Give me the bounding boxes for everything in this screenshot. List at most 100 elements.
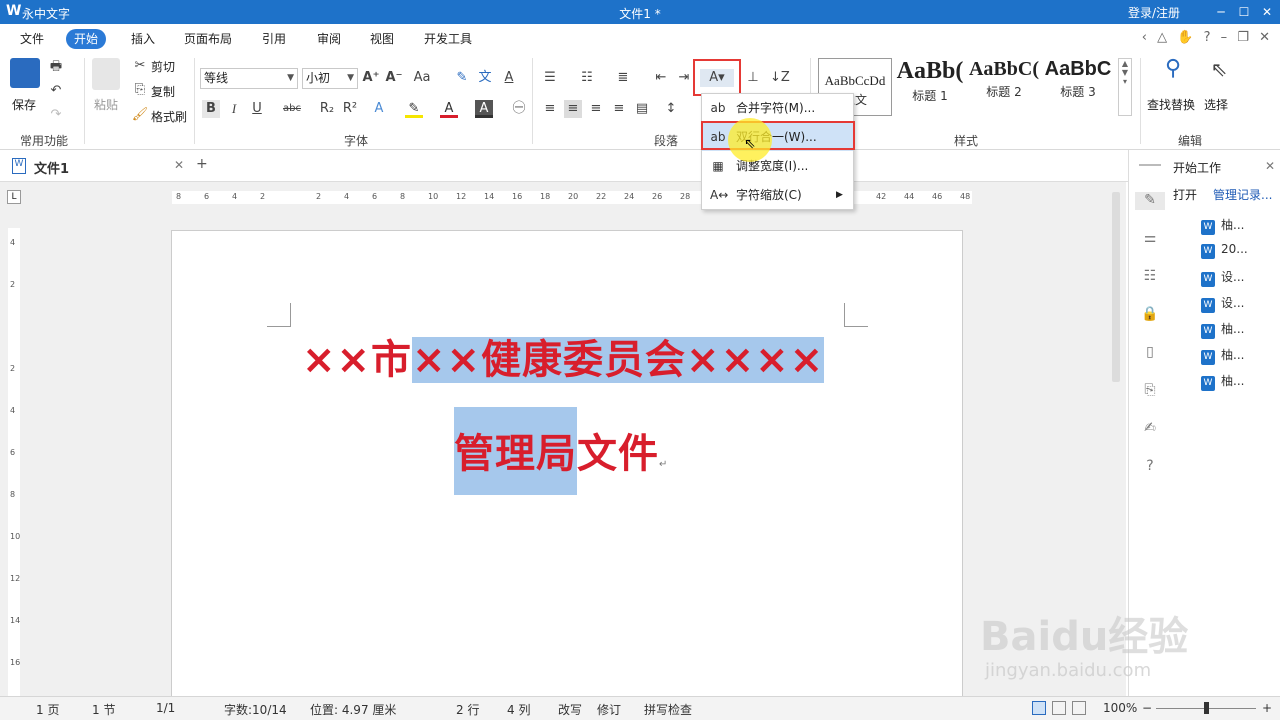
- tab-view[interactable]: 视图: [362, 29, 402, 49]
- clear-format-icon[interactable]: ✎: [453, 69, 471, 87]
- document-tab[interactable]: W 文件1 ✕: [8, 155, 188, 179]
- underline-icon[interactable]: U: [248, 100, 266, 118]
- outline-view-icon[interactable]: [1072, 701, 1086, 715]
- zoom-level[interactable]: 100%: [1103, 701, 1137, 715]
- tab-page-layout[interactable]: 页面布局: [176, 29, 240, 49]
- superscript-icon[interactable]: R²: [341, 100, 359, 118]
- close-tab-icon[interactable]: ✕: [174, 158, 184, 172]
- collapse-ribbon-icon[interactable]: △: [1157, 30, 1167, 45]
- style-heading-2[interactable]: AaBbC( 标题 2: [968, 58, 1040, 116]
- scrollbar-thumb[interactable]: [1112, 192, 1120, 382]
- tab-insert[interactable]: 插入: [123, 29, 163, 49]
- lock-icon[interactable]: 🔒: [1141, 306, 1159, 324]
- status-words[interactable]: 字数:10/14: [224, 701, 287, 718]
- recent-file[interactable]: W 柚...: [1201, 216, 1244, 235]
- recent-file[interactable]: W 设...: [1201, 294, 1244, 313]
- status-track-changes[interactable]: 修订: [597, 701, 621, 718]
- bullets-icon[interactable]: ☰: [541, 69, 559, 87]
- strikethrough-icon[interactable]: abc: [283, 100, 301, 118]
- char-border-icon[interactable]: A: [500, 69, 518, 87]
- enclosed-char-icon[interactable]: ㊀: [510, 100, 528, 118]
- text-effect-icon[interactable]: A: [370, 100, 388, 118]
- increase-indent-icon[interactable]: ⇥: [675, 69, 693, 87]
- document-page[interactable]: ××市××健康委员会×××× 管理局文件↵: [171, 230, 963, 700]
- select-button[interactable]: 选择: [1204, 96, 1228, 113]
- cut-button[interactable]: 剪切: [151, 58, 175, 75]
- copy-doc-icon[interactable]: ⎘: [1141, 382, 1159, 400]
- bold-icon[interactable]: B: [202, 100, 220, 118]
- print-icon[interactable]: 🖶: [47, 58, 65, 76]
- font-size-select[interactable]: 小初 ▼: [302, 68, 358, 89]
- sort-icon[interactable]: ↓Z: [770, 69, 790, 87]
- print-layout-view-icon[interactable]: [1032, 701, 1046, 715]
- paste-icon[interactable]: [92, 58, 120, 90]
- subscript-icon[interactable]: R₂: [318, 100, 336, 118]
- multilevel-list-icon[interactable]: ≣: [614, 69, 632, 87]
- recent-file[interactable]: W 20...: [1201, 242, 1248, 259]
- hand-icon[interactable]: ✋: [1177, 30, 1193, 45]
- tab-developer[interactable]: 开发工具: [416, 29, 480, 49]
- vertical-ruler[interactable]: 4 2 2 4 6 8 10 12 14 16: [8, 228, 20, 696]
- recent-file[interactable]: W 柚...: [1201, 320, 1244, 339]
- status-spellcheck[interactable]: 拼写检查: [644, 701, 692, 718]
- zoom-in-icon[interactable]: +: [1262, 701, 1272, 715]
- ribbon-minimize-icon[interactable]: –: [1221, 30, 1228, 45]
- tab-home[interactable]: 开始: [66, 29, 107, 49]
- grow-font-icon[interactable]: A⁺: [362, 69, 380, 87]
- recent-file[interactable]: W 设...: [1201, 268, 1244, 287]
- tab-review[interactable]: 审阅: [309, 29, 349, 49]
- char-shading-icon[interactable]: A: [475, 100, 493, 118]
- redo-icon[interactable]: ↷: [47, 106, 65, 124]
- back-icon[interactable]: ‹: [1142, 30, 1147, 45]
- doc-close-icon[interactable]: ✕: [1259, 30, 1270, 45]
- align-center-icon[interactable]: ≡: [564, 100, 582, 118]
- distributed-icon[interactable]: ▤: [633, 100, 651, 118]
- align-left-icon[interactable]: ≡: [541, 100, 559, 118]
- structure-icon[interactable]: ☷: [1141, 268, 1159, 286]
- highlight-icon[interactable]: ✎: [405, 100, 423, 118]
- font-color-icon[interactable]: A: [440, 100, 458, 118]
- status-overwrite[interactable]: 改写: [558, 701, 582, 718]
- font-family-select[interactable]: 等线 ▼: [200, 68, 298, 89]
- italic-icon[interactable]: I: [225, 100, 243, 118]
- pen-icon[interactable]: ✎: [1135, 192, 1165, 210]
- style-heading-3[interactable]: AaBbC 标题 3: [1042, 58, 1114, 116]
- minimize-button[interactable]: ─: [1210, 3, 1232, 21]
- save-button[interactable]: 保存: [12, 96, 36, 113]
- show-marks-icon[interactable]: ⊥: [744, 69, 762, 87]
- style-heading-1[interactable]: AaBb( 标题 1: [894, 58, 966, 116]
- tab-file[interactable]: 文件: [12, 29, 52, 49]
- zoom-out-icon[interactable]: −: [1142, 701, 1152, 715]
- undo-icon[interactable]: ↶: [47, 82, 65, 100]
- panel-close-icon[interactable]: ✕: [1265, 159, 1275, 173]
- align-right-icon[interactable]: ≡: [587, 100, 605, 118]
- tab-stop-selector[interactable]: L: [7, 190, 21, 204]
- help-icon[interactable]: ?: [1204, 30, 1211, 45]
- justify-icon[interactable]: ≡: [610, 100, 628, 118]
- styles-scroll[interactable]: ▲ ▼ ▾: [1118, 58, 1132, 116]
- phonetic-guide-icon[interactable]: 文: [476, 69, 494, 87]
- maximize-button[interactable]: ☐: [1233, 3, 1255, 21]
- paste-button[interactable]: 粘贴: [94, 96, 118, 113]
- copy-button[interactable]: 复制: [151, 83, 175, 100]
- change-case-icon[interactable]: Aa: [413, 69, 431, 87]
- panel-open-link[interactable]: 打开: [1173, 186, 1197, 203]
- menu-item-merge-chars[interactable]: ab 合并字符(M)...: [702, 94, 853, 122]
- edit-icon[interactable]: ✍: [1141, 420, 1159, 438]
- restore-icon[interactable]: ❐: [1237, 30, 1249, 45]
- find-replace-button[interactable]: 查找替换: [1147, 96, 1195, 113]
- clipboard-icon[interactable]: ▯: [1141, 344, 1159, 362]
- menu-item-adjust-width[interactable]: ▦ 调整宽度(I)...: [702, 152, 853, 180]
- close-button[interactable]: ✕: [1256, 3, 1278, 21]
- settings-sliders-icon[interactable]: ⚌: [1141, 230, 1159, 248]
- zoom-slider-thumb[interactable]: [1204, 702, 1209, 714]
- save-icon[interactable]: [10, 58, 40, 88]
- format-painter-button[interactable]: 格式刷: [151, 108, 187, 125]
- decrease-indent-icon[interactable]: ⇤: [652, 69, 670, 87]
- login-link[interactable]: 登录/注册: [1128, 4, 1180, 21]
- panel-manage-link[interactable]: 管理记录...: [1213, 186, 1272, 203]
- line-spacing-icon[interactable]: ↕: [662, 100, 680, 118]
- shrink-font-icon[interactable]: A⁻: [385, 69, 403, 87]
- recent-file[interactable]: W 柚...: [1201, 346, 1244, 365]
- new-tab-button[interactable]: +: [196, 156, 208, 172]
